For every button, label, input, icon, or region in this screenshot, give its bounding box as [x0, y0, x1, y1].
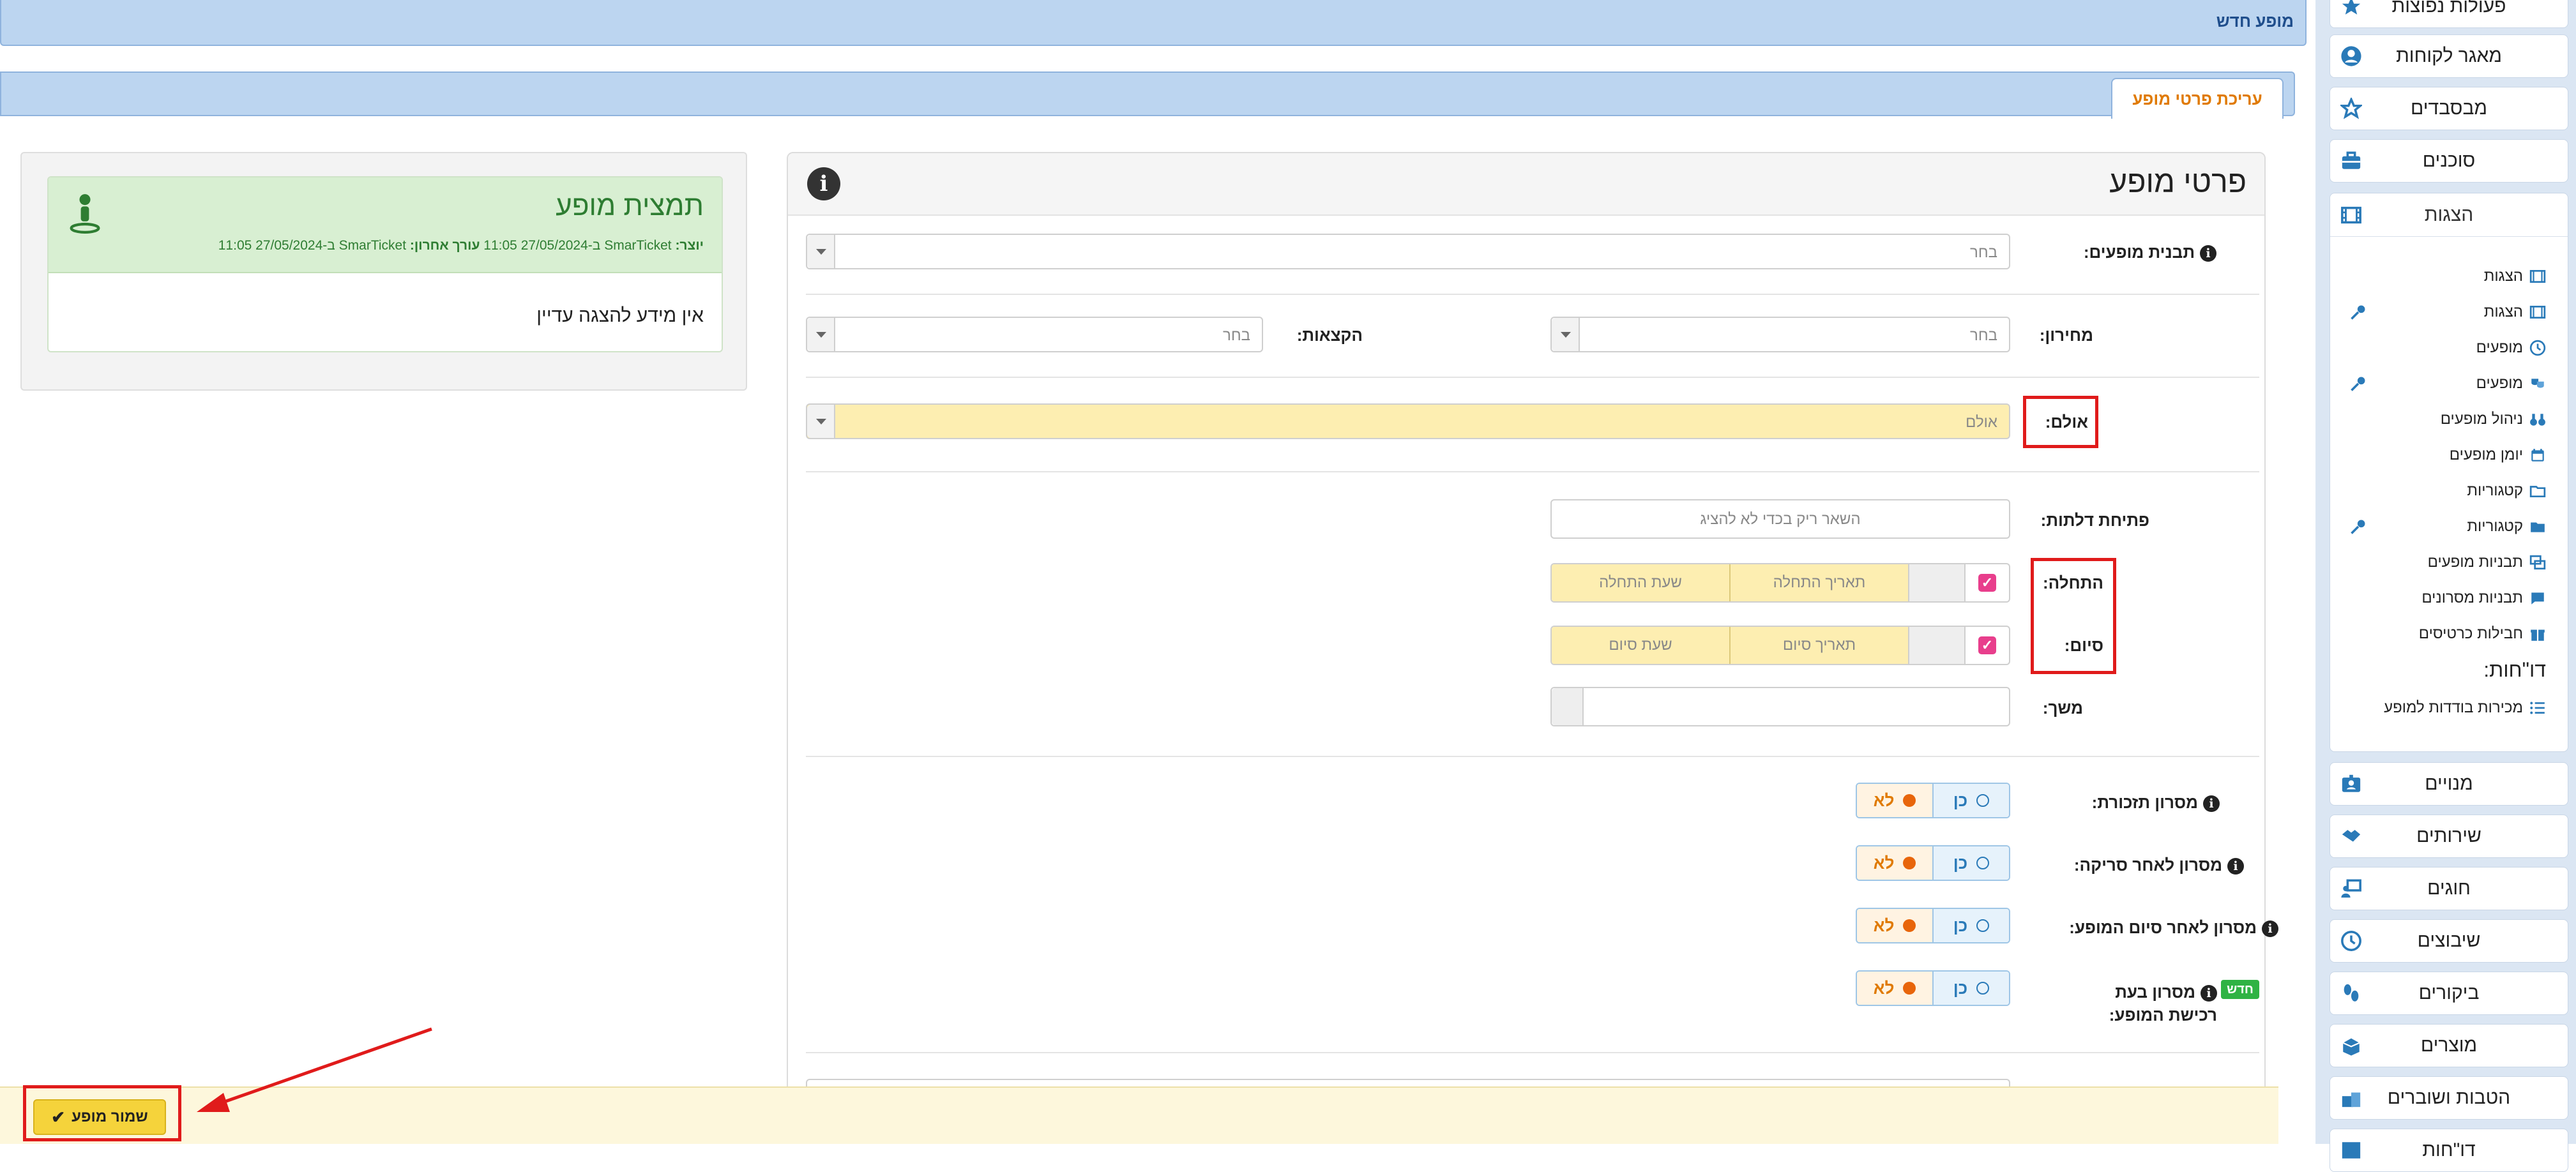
annotation-arrow: [197, 1027, 432, 1112]
arrow-head-icon: [197, 1093, 230, 1112]
